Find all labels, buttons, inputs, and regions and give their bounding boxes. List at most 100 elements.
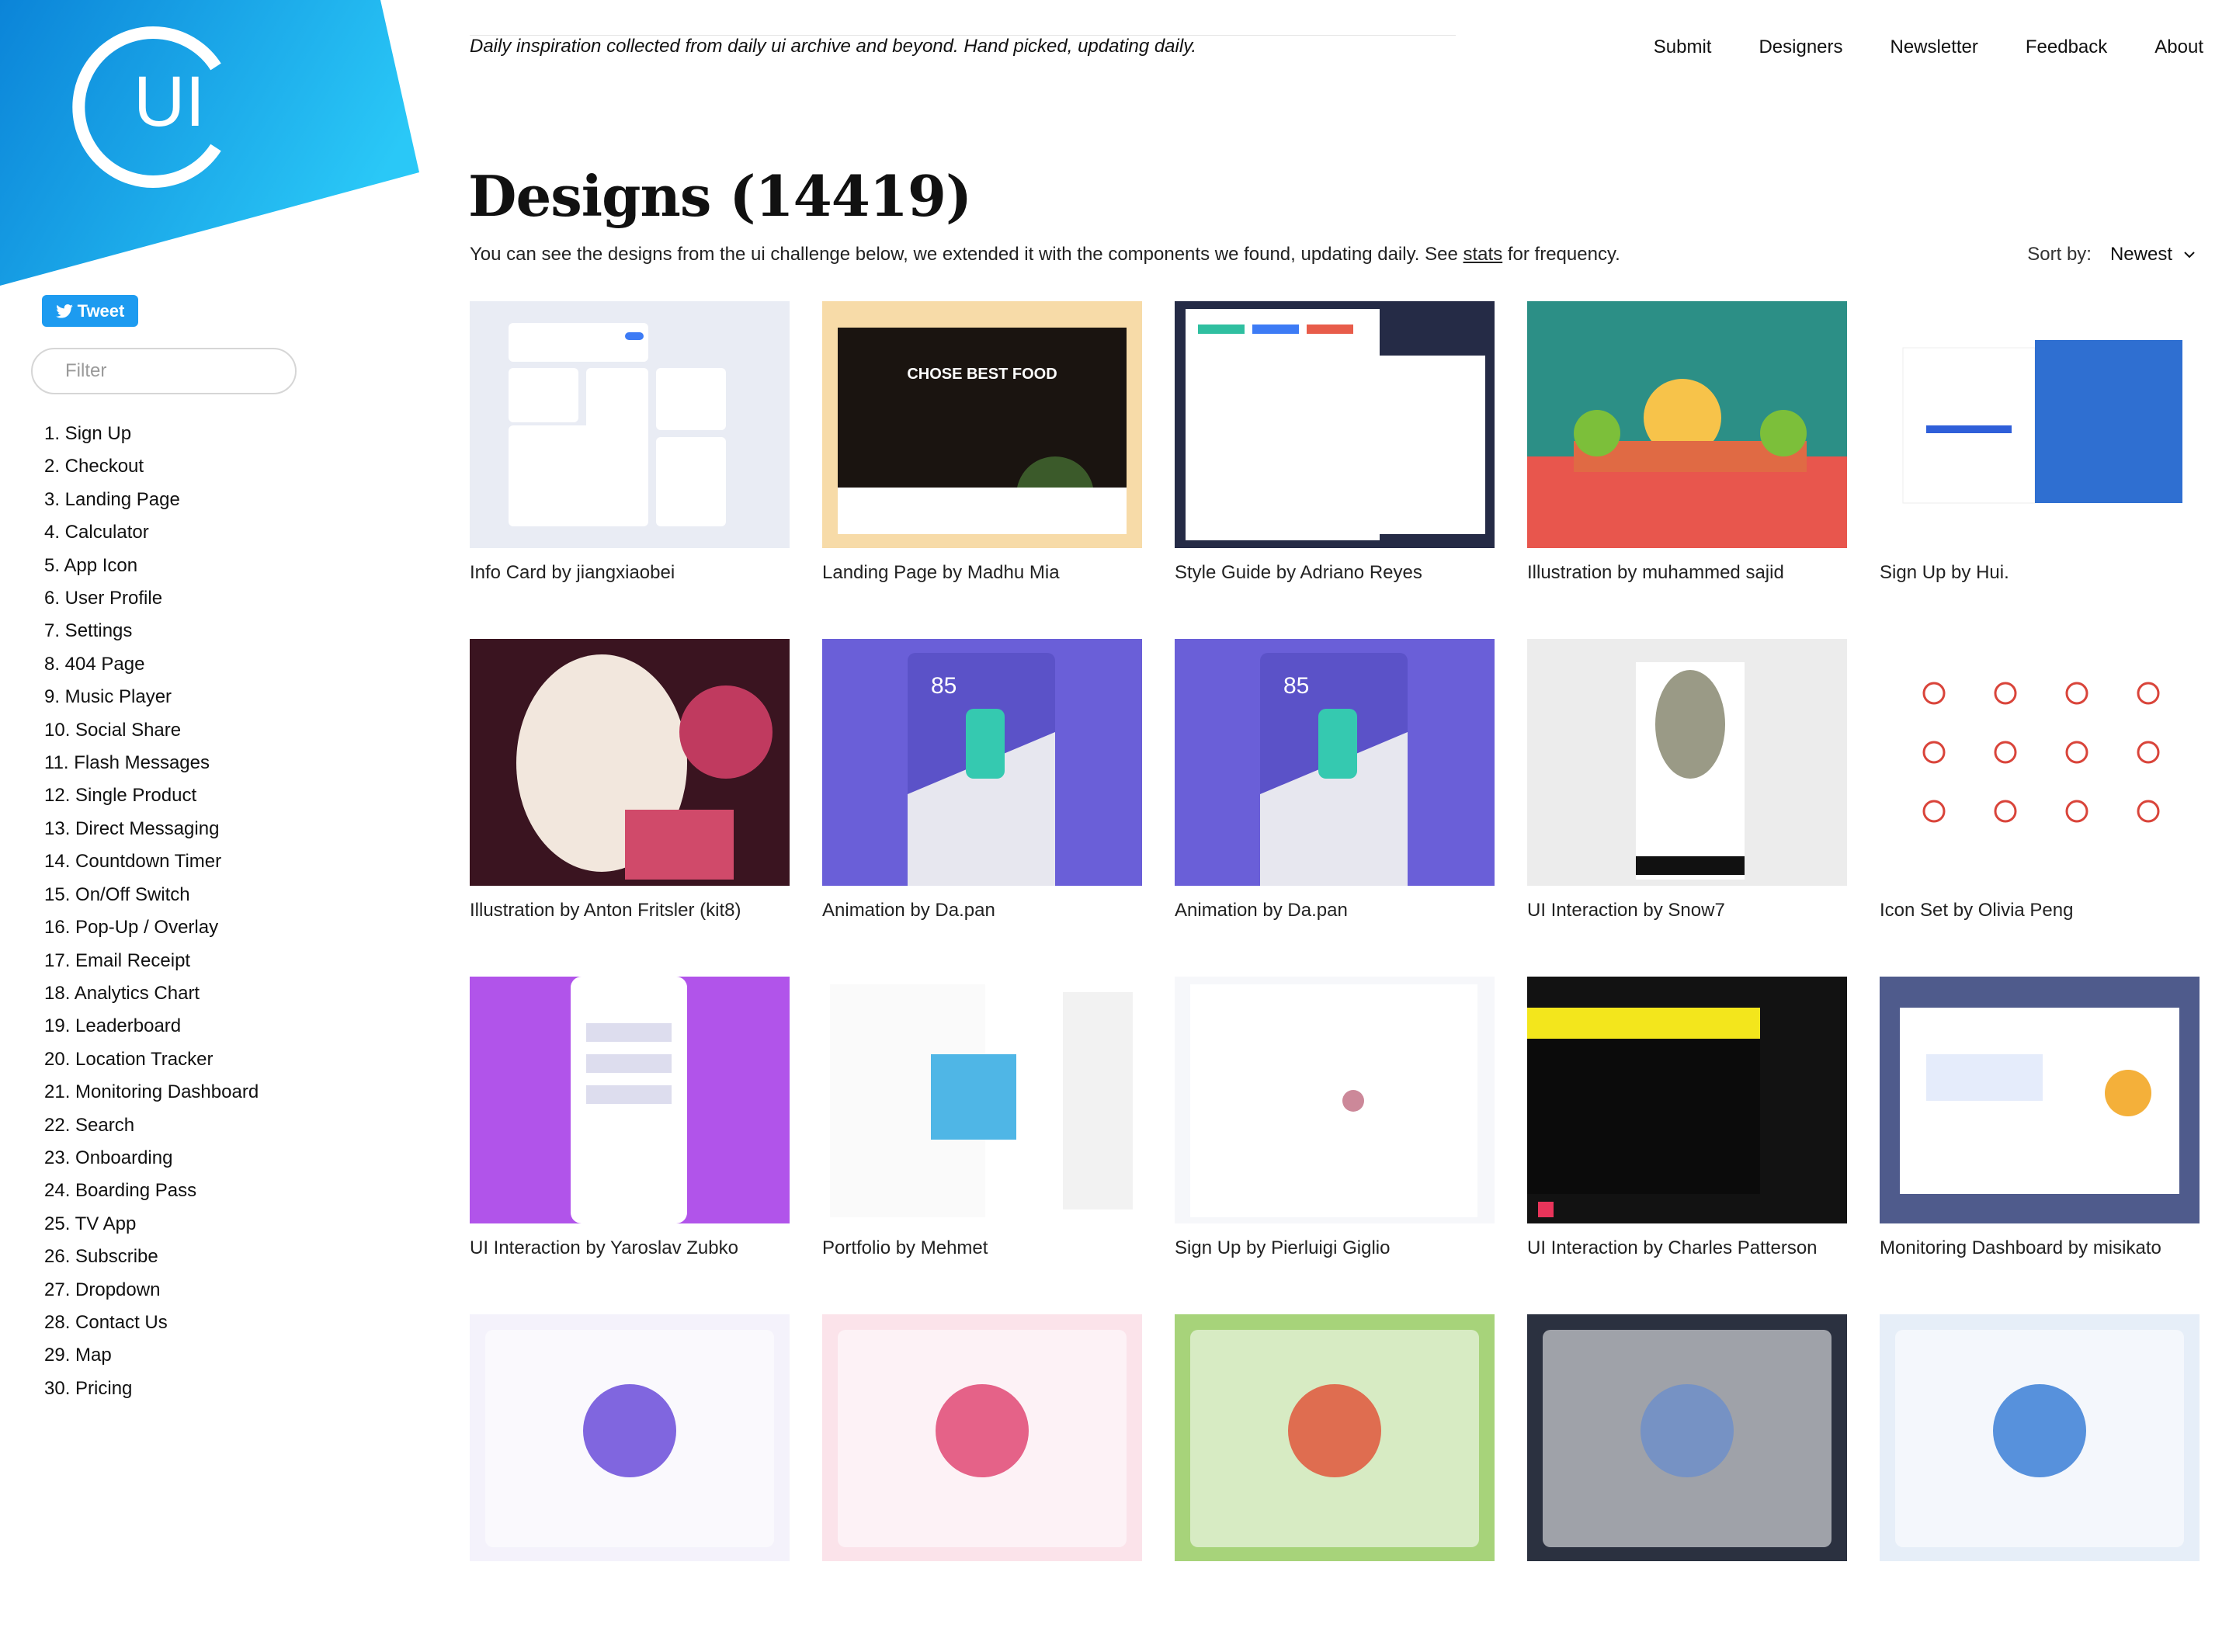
sort-value: Newest [2109,244,2172,265]
tweet-button[interactable]: Tweet [42,295,138,327]
design-card[interactable]: Illustration by Anton Fritsler (kit8) [470,639,790,977]
design-thumbnail[interactable] [470,639,790,886]
sort-dropdown[interactable]: Newest [2110,244,2196,266]
design-caption[interactable]: Icon Set by Olivia Peng [1880,900,2200,921]
design-card[interactable] [1880,1314,2200,1652]
design-thumbnail[interactable] [1880,977,2200,1223]
design-card[interactable] [1175,1314,1495,1652]
design-card[interactable]: CHOSE BEST FOOD Landing Page by Madhu Mi… [822,301,1142,639]
design-thumbnail[interactable]: 85 [1175,639,1495,886]
sidebar-item[interactable]: 30. Pricing [44,1373,259,1405]
sidebar-item[interactable]: 27. Dropdown [44,1274,259,1307]
logo[interactable]: UI [0,0,435,295]
sidebar-item[interactable]: 25. TV App [44,1208,259,1241]
sidebar-item[interactable]: 23. Onboarding [44,1142,259,1175]
sidebar-item[interactable]: 1. Sign Up [44,418,259,450]
nav-link-feedback[interactable]: Feedback [2026,36,2107,58]
sidebar-item[interactable]: 22. Search [44,1109,259,1142]
design-thumbnail[interactable] [470,301,790,548]
design-card[interactable]: Sign Up by Pierluigi Giglio [1175,977,1495,1314]
page-subtitle: You can see the designs from the ui chal… [470,244,1620,266]
design-caption[interactable]: Info Card by jiangxiaobei [470,562,790,584]
design-caption[interactable]: UI Interaction by Yaroslav Zubko [470,1237,790,1259]
design-thumbnail[interactable] [1880,639,2200,886]
design-thumbnail[interactable] [1880,1314,2200,1561]
design-card[interactable] [470,1314,790,1652]
design-thumbnail[interactable] [1527,301,1847,548]
sidebar-item[interactable]: 16. Pop-Up / Overlay [44,911,259,944]
sidebar-item[interactable]: 3. Landing Page [44,484,259,516]
design-thumbnail[interactable]: CHOSE BEST FOOD [822,301,1142,548]
design-card[interactable]: UI Interaction by Snow7 [1527,639,1847,977]
design-card[interactable]: Sign Up by Hui. [1880,301,2200,639]
design-caption[interactable]: Portfolio by Mehmet [822,1237,1142,1259]
design-thumbnail[interactable] [1527,1314,1847,1561]
design-card[interactable]: Illustration by muhammed sajid [1527,301,1847,639]
design-thumbnail[interactable] [822,1314,1142,1561]
design-caption[interactable]: Sign Up by Hui. [1880,562,2200,584]
design-card[interactable]: Portfolio by Mehmet [822,977,1142,1314]
sidebar-item[interactable]: 26. Subscribe [44,1241,259,1273]
sidebar-item[interactable]: 12. Single Product [44,779,259,812]
nav-link-about[interactable]: About [2154,36,2203,58]
sidebar-item[interactable]: 17. Email Receipt [44,945,259,977]
design-thumbnail[interactable] [822,977,1142,1223]
filter-field[interactable] [31,348,307,394]
design-thumbnail[interactable] [1175,1314,1495,1561]
sidebar-item[interactable]: 15. On/Off Switch [44,879,259,911]
design-card[interactable]: Monitoring Dashboard by misikato [1880,977,2200,1314]
design-thumbnail[interactable]: 85 [822,639,1142,886]
sidebar-item[interactable]: 8. 404 Page [44,648,259,681]
sidebar-item[interactable]: 5. App Icon [44,550,259,582]
design-card[interactable]: 85 Animation by Da.pan [822,639,1142,977]
design-caption[interactable]: UI Interaction by Charles Patterson [1527,1237,1847,1259]
design-thumbnail[interactable] [1880,301,2200,548]
design-caption[interactable]: Animation by Da.pan [822,900,1142,921]
design-thumbnail[interactable] [1527,639,1847,886]
design-thumbnail[interactable] [1175,977,1495,1223]
sidebar-item[interactable]: 29. Map [44,1339,259,1372]
design-caption[interactable]: Landing Page by Madhu Mia [822,562,1142,584]
design-card[interactable] [1527,1314,1847,1652]
design-grid: Info Card by jiangxiaobei CHOSE BEST FOO… [470,301,2200,1652]
design-thumbnail[interactable] [470,1314,790,1561]
sidebar-item[interactable]: 6. User Profile [44,582,259,615]
design-card[interactable]: Style Guide by Adriano Reyes [1175,301,1495,639]
subtitle-text-end: for frequency. [1502,244,1620,265]
design-caption[interactable]: Animation by Da.pan [1175,900,1495,921]
sidebar-item[interactable]: 11. Flash Messages [44,747,259,779]
sidebar-item[interactable]: 13. Direct Messaging [44,813,259,845]
sidebar-item[interactable]: 19. Leaderboard [44,1010,259,1043]
sidebar-item[interactable]: 14. Countdown Timer [44,845,259,878]
design-caption[interactable]: UI Interaction by Snow7 [1527,900,1847,921]
design-card[interactable]: Icon Set by Olivia Peng [1880,639,2200,977]
sidebar-item[interactable]: 4. Calculator [44,516,259,549]
design-caption[interactable]: Monitoring Dashboard by misikato [1880,1237,2200,1259]
sidebar-item[interactable]: 28. Contact Us [44,1307,259,1339]
design-thumbnail[interactable] [1527,977,1847,1223]
design-caption[interactable]: Illustration by Anton Fritsler (kit8) [470,900,790,921]
sidebar-item[interactable]: 10. Social Share [44,714,259,747]
stats-link[interactable]: stats [1463,244,1503,265]
sidebar-item[interactable]: 20. Location Tracker [44,1043,259,1076]
sidebar-item[interactable]: 24. Boarding Pass [44,1175,259,1207]
design-card[interactable] [822,1314,1142,1652]
sidebar-item[interactable]: 9. Music Player [44,681,259,713]
design-caption[interactable]: Style Guide by Adriano Reyes [1175,562,1495,584]
sidebar-item[interactable]: 21. Monitoring Dashboard [44,1076,259,1109]
sidebar-item[interactable]: 18. Analytics Chart [44,977,259,1010]
nav-link-newsletter[interactable]: Newsletter [1891,36,1978,58]
design-caption[interactable]: Illustration by muhammed sajid [1527,562,1847,584]
sidebar-item[interactable]: 7. Settings [44,615,259,647]
design-card[interactable]: UI Interaction by Yaroslav Zubko [470,977,790,1314]
design-thumbnail[interactable] [1175,301,1495,548]
filter-input[interactable] [64,359,307,383]
design-thumbnail[interactable] [470,977,790,1223]
design-card[interactable]: 85 Animation by Da.pan [1175,639,1495,977]
nav-link-designers[interactable]: Designers [1759,36,1842,58]
sidebar-item[interactable]: 2. Checkout [44,450,259,483]
design-card[interactable]: UI Interaction by Charles Patterson [1527,977,1847,1314]
design-card[interactable]: Info Card by jiangxiaobei [470,301,790,639]
design-caption[interactable]: Sign Up by Pierluigi Giglio [1175,1237,1495,1259]
nav-link-submit[interactable]: Submit [1654,36,1712,58]
